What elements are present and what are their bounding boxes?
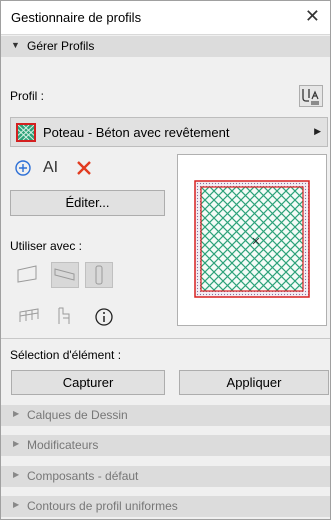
railing-icon[interactable] bbox=[17, 304, 45, 330]
column-icon[interactable] bbox=[85, 262, 113, 288]
window-title: Gestionnaire de profils bbox=[11, 10, 142, 25]
manage-profiles-label: Gérer Profils bbox=[27, 39, 95, 53]
chevron-right-icon: ▶ bbox=[13, 500, 20, 509]
add-circle-icon[interactable] bbox=[14, 159, 32, 182]
title-bar: Gestionnaire de profils ✕ bbox=[1, 1, 330, 35]
section-modifiers[interactable]: ▶ Modificateurs bbox=[1, 435, 330, 456]
rename-text-icon[interactable]: AI bbox=[43, 159, 58, 177]
profile-swatch bbox=[16, 123, 36, 142]
chevron-right-icon: ▶ bbox=[13, 439, 20, 448]
section-label: Calques de Dessin bbox=[27, 408, 128, 422]
wall-icon[interactable] bbox=[14, 261, 42, 287]
chevron-down-icon: ▼ bbox=[11, 40, 20, 50]
section-uniform-outlines[interactable]: ▶ Contours de profil uniformes bbox=[1, 496, 330, 517]
manage-profiles-header[interactable]: ▼ Gérer Profils bbox=[1, 36, 330, 57]
profile-selected-name: Poteau - Béton avec revêtement bbox=[43, 125, 230, 140]
section-drawing-layers[interactable]: ▶ Calques de Dessin bbox=[1, 405, 330, 426]
section-label: Contours de profil uniformes bbox=[27, 499, 178, 513]
edit-button[interactable]: Éditer... bbox=[10, 190, 165, 216]
stair-icon[interactable] bbox=[53, 304, 81, 330]
info-icon[interactable] bbox=[93, 306, 121, 332]
profile-manager-window: Gestionnaire de profils ✕ ▼ Gérer Profil… bbox=[0, 0, 331, 520]
element-selection-label: Sélection d'élément : bbox=[10, 348, 122, 362]
chevron-right-icon: ▶ bbox=[13, 470, 20, 479]
delete-x-icon[interactable] bbox=[74, 158, 94, 183]
section-default-components[interactable]: ▶ Composants - défaut bbox=[1, 466, 330, 487]
profile-label: Profil : bbox=[10, 89, 45, 103]
capture-button[interactable]: Capturer bbox=[11, 370, 165, 395]
use-with-label: Utiliser avec : bbox=[10, 239, 83, 253]
close-icon[interactable]: ✕ bbox=[305, 6, 320, 27]
profile-dropdown[interactable]: Poteau - Béton avec revêtement ▶ bbox=[10, 117, 328, 147]
profile-settings-icon bbox=[302, 89, 319, 105]
chevron-right-icon: ▶ bbox=[13, 409, 20, 418]
section-label: Modificateurs bbox=[27, 438, 99, 452]
beam-icon[interactable] bbox=[51, 262, 79, 288]
chevron-right-icon: ▶ bbox=[314, 126, 321, 136]
profile-preview bbox=[177, 154, 327, 326]
profile-options-button[interactable] bbox=[299, 85, 323, 107]
apply-button[interactable]: Appliquer bbox=[179, 370, 329, 395]
section-label: Composants - défaut bbox=[27, 469, 139, 483]
section-divider bbox=[1, 338, 330, 339]
